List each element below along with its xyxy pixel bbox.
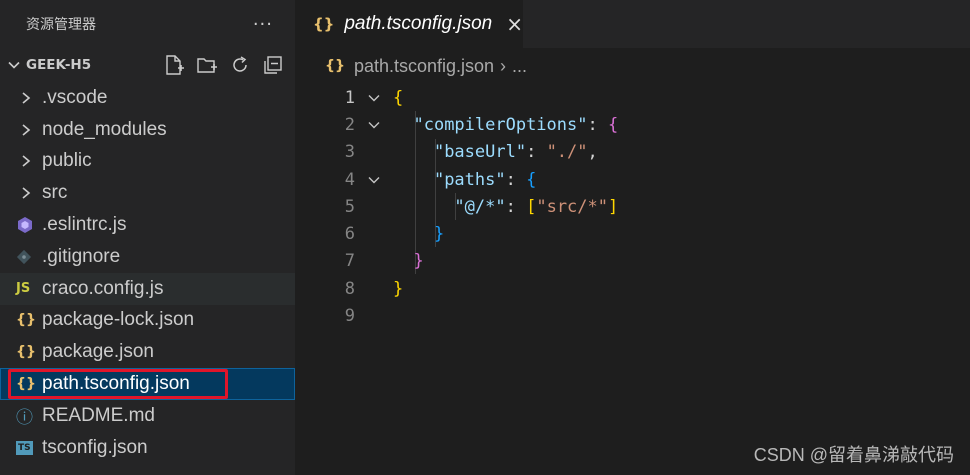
chevron-down-icon[interactable] [4, 58, 24, 72]
code-text: } [433, 224, 445, 245]
tree-item-label: public [42, 150, 92, 172]
tree-folder-node-modules[interactable]: node_modules [0, 114, 295, 146]
breadcrumb-symbols[interactable]: ... [512, 56, 527, 77]
new-folder-icon[interactable] [195, 53, 219, 77]
fold-chevron-icon[interactable] [355, 118, 393, 132]
eslint-icon [16, 216, 42, 234]
breadcrumb-separator-icon: › [500, 55, 507, 76]
watermark: CSDN @留着鼻涕敲代码 [753, 445, 954, 465]
line-number: 7 [344, 251, 355, 272]
info-icon: ⓘ [16, 408, 33, 429]
json-icon: {} [16, 344, 36, 361]
tree-item-label: path.tsconfig.json [42, 373, 190, 395]
tree-item-label: package-lock.json [42, 309, 195, 331]
tree-item-label: .vscode [42, 86, 108, 108]
tree-file-package-lock[interactable]: {} package-lock.json [0, 305, 295, 337]
tree-folder-vscode[interactable]: .vscode [0, 82, 295, 114]
code-line-4[interactable]: 4 "paths": { [295, 166, 970, 193]
code-text: { [393, 87, 404, 108]
editor-area: {} path.tsconfig.json × {} path.tsconfig… [295, 0, 970, 475]
js-icon: JS [16, 281, 31, 297]
tab-title: path.tsconfig.json [344, 13, 493, 34]
line-number: 5 [344, 196, 355, 217]
code-line-7[interactable]: 7 } [295, 248, 970, 275]
close-icon[interactable]: × [506, 12, 523, 36]
tab-bar: {} path.tsconfig.json × [295, 0, 970, 48]
tree-folder-src[interactable]: src [0, 177, 295, 209]
tree-item-label: package.json [42, 341, 154, 363]
project-name: GEEK-H5 [26, 57, 92, 73]
tree-file-eslintrc[interactable]: .eslintrc.js [0, 209, 295, 241]
json-icon: {} [325, 58, 345, 74]
code-line-6[interactable]: 6 } [295, 220, 970, 247]
tree-file-path-tsconfig[interactable]: {} path.tsconfig.json [0, 368, 295, 400]
refresh-icon[interactable] [228, 53, 252, 77]
project-header[interactable]: GEEK-H5 [0, 48, 295, 82]
ts-icon: TS [16, 440, 42, 455]
collapse-all-icon[interactable] [261, 53, 285, 77]
code-line-5[interactable]: 5 "@/*": ["src/*"] [295, 193, 970, 220]
tree-item-label: craco.config.js [42, 277, 164, 299]
tree-folder-public[interactable]: public [0, 146, 295, 178]
tree-file-package[interactable]: {} package.json [0, 336, 295, 368]
line-number: 6 [344, 224, 355, 245]
more-actions-icon[interactable]: ··· [253, 14, 273, 35]
breadcrumb-file[interactable]: path.tsconfig.json [354, 56, 494, 77]
tree-file-gitignore[interactable]: .gitignore [0, 241, 295, 273]
tree-file-readme[interactable]: ⓘ README.md [0, 400, 295, 432]
code-text: } [413, 251, 424, 272]
explorer-header: 资源管理器 ··· [0, 0, 295, 48]
json-icon: {} [313, 15, 335, 33]
tree-item-label: .gitignore [42, 245, 121, 267]
json-icon: {} [16, 312, 36, 329]
tree-file-craco-config[interactable]: JS craco.config.js [0, 272, 295, 305]
code-text: "paths": { [433, 169, 537, 190]
code-text: "baseUrl": "./", [433, 142, 598, 163]
code-text: "@/*": ["src/*"] [454, 196, 619, 217]
file-tree: .vscode node_modules public src .eslintr… [0, 82, 295, 464]
code-editor[interactable]: 1 { 2 "compilerOptions": { 3 "baseUrl": … [295, 84, 970, 330]
code-line-9[interactable]: 9 [295, 302, 970, 329]
tree-item-label: README.md [42, 404, 155, 426]
code-text: "compilerOptions": { [413, 114, 619, 135]
code-line-8[interactable]: 8 } [295, 275, 970, 302]
line-number: 3 [344, 142, 355, 163]
code-text: } [393, 278, 404, 299]
code-line-1[interactable]: 1 { [295, 84, 970, 111]
chevron-right-icon [20, 186, 42, 200]
explorer-title: 资源管理器 [26, 17, 96, 33]
tree-item-label: node_modules [42, 118, 167, 140]
line-number: 1 [344, 87, 355, 108]
breadcrumb: {} path.tsconfig.json › ... [295, 48, 970, 84]
line-number: 4 [344, 169, 355, 190]
json-icon: {} [16, 376, 36, 393]
fold-chevron-icon[interactable] [355, 173, 393, 187]
project-actions [162, 53, 295, 77]
line-number: 8 [344, 278, 355, 299]
tab-path-tsconfig[interactable]: {} path.tsconfig.json × [295, 0, 523, 48]
tree-item-label: tsconfig.json [42, 436, 148, 458]
ts-icon-label: TS [16, 440, 33, 455]
tree-item-label: src [42, 182, 68, 204]
line-number: 9 [344, 306, 355, 327]
tree-item-label: .eslintrc.js [42, 214, 127, 236]
code-line-2[interactable]: 2 "compilerOptions": { [295, 111, 970, 138]
chevron-right-icon [20, 123, 42, 137]
new-file-icon[interactable] [162, 53, 186, 77]
chevron-right-icon [20, 154, 42, 168]
explorer-sidebar: 资源管理器 ··· GEEK-H5 .vscode node_modules p… [0, 0, 295, 475]
tree-file-tsconfig[interactable]: TS tsconfig.json [0, 432, 295, 464]
git-icon [16, 249, 42, 265]
code-line-3[interactable]: 3 "baseUrl": "./", [295, 139, 970, 166]
fold-chevron-icon[interactable] [355, 91, 393, 105]
line-number: 2 [344, 114, 355, 135]
chevron-right-icon [20, 91, 42, 105]
